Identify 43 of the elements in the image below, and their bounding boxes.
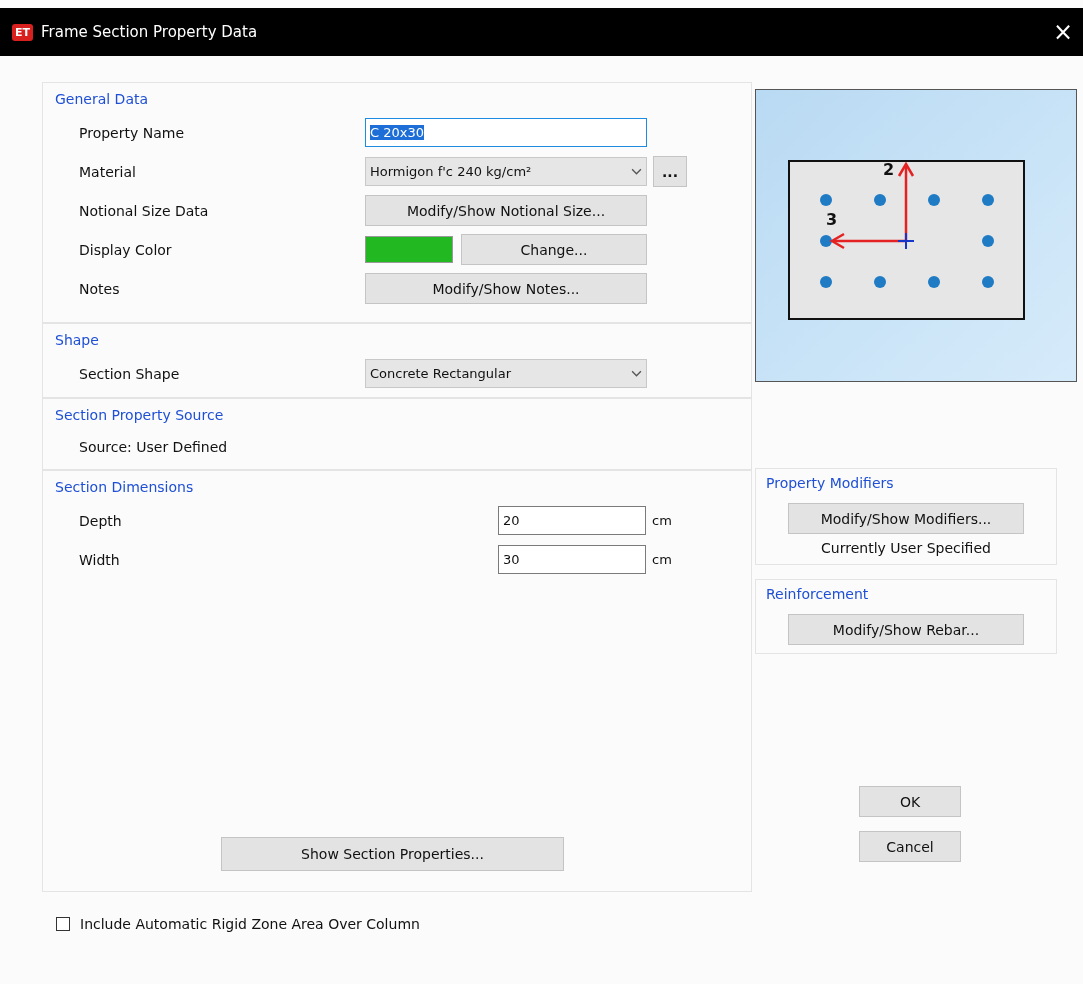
field-label: Notional Size Data <box>79 202 210 219</box>
unit-label: cm <box>652 513 672 528</box>
ok-button[interactable]: OK <box>859 786 961 817</box>
field-label: Property Name <box>79 124 185 141</box>
app-logo-icon: ET <box>12 23 34 41</box>
number-field[interactable]: 20 <box>498 506 646 535</box>
field-value: C 20x30 <box>370 125 424 140</box>
section-heading: Section Dimensions <box>55 479 195 495</box>
close-button[interactable]: × <box>1052 20 1073 44</box>
modifiers-button[interactable]: Modify/Show Modifiers... <box>788 503 1024 534</box>
action-button[interactable]: Modify/Show Notes... <box>365 273 647 304</box>
section-heading: General Data <box>55 91 150 107</box>
color-swatch[interactable] <box>365 236 453 263</box>
dropdown[interactable]: Concrete Rectangular <box>365 359 647 388</box>
checkbox[interactable] <box>56 917 70 931</box>
window-title: Frame Section Property Data <box>41 23 259 41</box>
unit-label: cm <box>652 552 672 567</box>
section-heading: Section Property Source <box>55 407 225 423</box>
axis-label: 3 <box>826 210 838 229</box>
caret-icon <box>631 168 642 175</box>
field-label: Width <box>79 551 121 568</box>
axis-label: 2 <box>883 160 895 179</box>
section-heading: Property Modifiers <box>766 475 895 491</box>
cancel-button[interactable]: Cancel <box>859 831 961 862</box>
field-label: Section Shape <box>79 365 181 382</box>
show-properties-button[interactable]: Show Section Properties... <box>221 837 564 871</box>
status-text: Currently User Specified <box>820 540 992 556</box>
field-label: Notes <box>79 280 121 297</box>
field-label: Material <box>79 163 137 180</box>
field-label: Depth <box>79 512 123 529</box>
browse-button[interactable]: ... <box>653 156 687 187</box>
rebar-button[interactable]: Modify/Show Rebar... <box>788 614 1024 645</box>
change-button[interactable]: Change... <box>461 234 647 265</box>
section-heading: Reinforcement <box>766 586 870 602</box>
checkbox-label: Include Automatic Rigid Zone Area Over Column <box>80 916 420 932</box>
field-label: Display Color <box>79 241 173 258</box>
source-text: Source: User Defined <box>79 439 228 455</box>
text-field[interactable]: C 20x30 <box>365 118 647 147</box>
dropdown[interactable]: Hormigon f'c 240 kg/cm² <box>365 157 647 186</box>
caret-icon <box>631 370 642 377</box>
section-heading: Shape <box>55 332 100 348</box>
number-field[interactable]: 30 <box>498 545 646 574</box>
action-button[interactable]: Modify/Show Notional Size... <box>365 195 647 226</box>
